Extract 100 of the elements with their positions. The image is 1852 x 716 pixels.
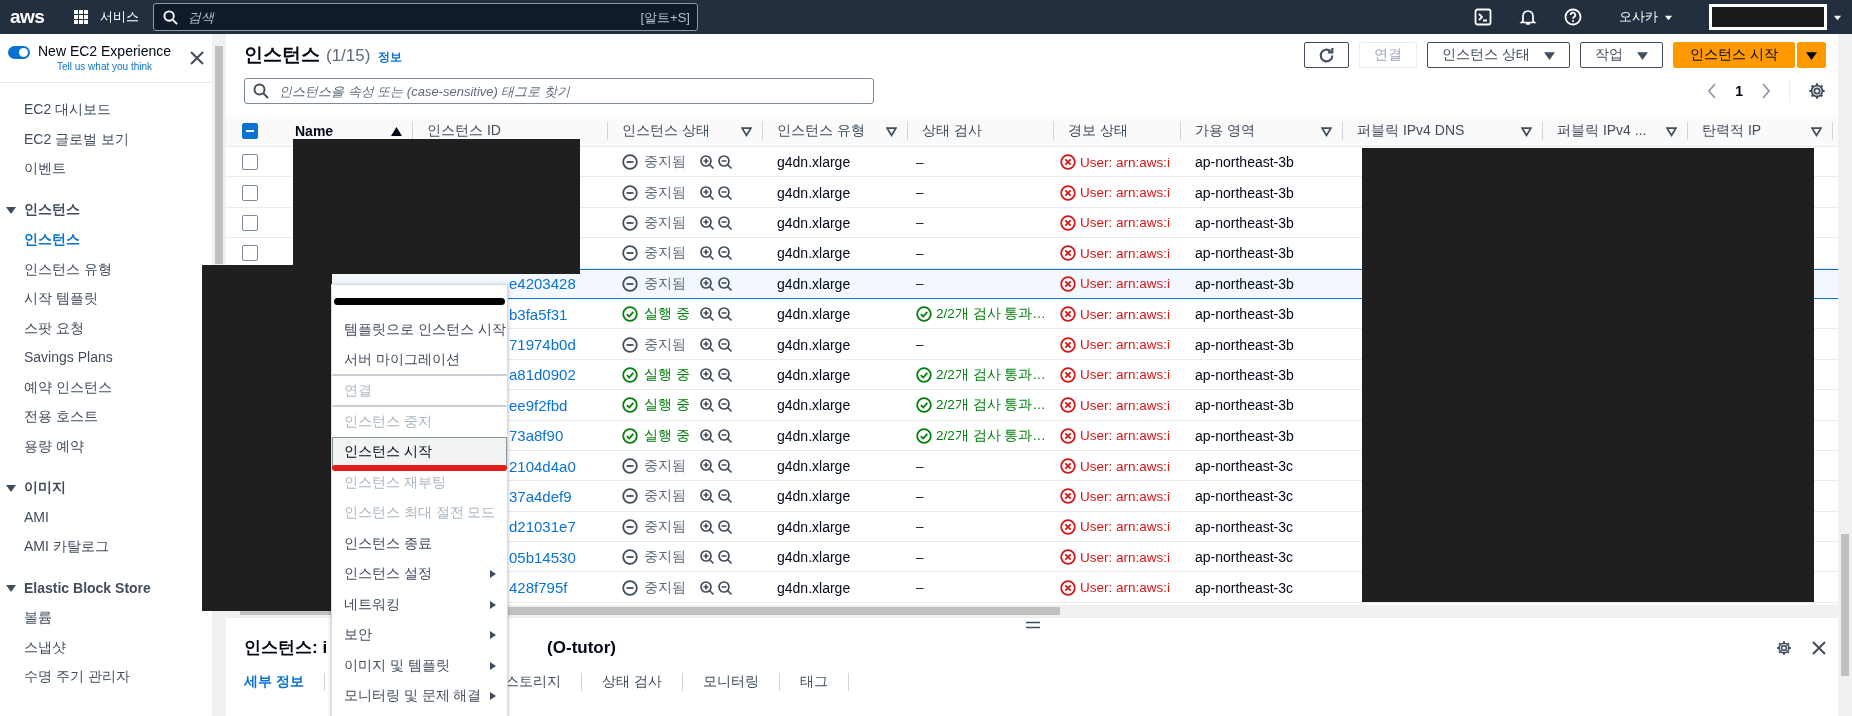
- row-checkbox[interactable]: [242, 214, 258, 231]
- zoom-icon[interactable]: [699, 245, 735, 262]
- grid-icon[interactable]: [74, 10, 88, 24]
- zoom-icon[interactable]: [699, 336, 735, 353]
- instance-id-link[interactable]: a81d0902: [509, 366, 576, 384]
- nav-link[interactable]: 이벤트: [24, 154, 66, 184]
- nav-link[interactable]: 전용 호스트: [24, 402, 98, 432]
- zoom-icon[interactable]: [699, 518, 735, 535]
- row-checkbox[interactable]: [242, 245, 258, 262]
- column-header[interactable]: 인스턴스 상태: [622, 122, 710, 140]
- menu-item[interactable]: 인스턴스 설정: [332, 559, 507, 590]
- instance-id-link[interactable]: 37a4def9: [509, 488, 572, 505]
- instance-id-link[interactable]: ee9f2fbd: [509, 396, 568, 414]
- menu-item[interactable]: 보안: [332, 620, 507, 651]
- zoom-icon[interactable]: [699, 214, 735, 231]
- expand-caret-icon[interactable]: [6, 583, 16, 594]
- bell-icon[interactable]: [1519, 8, 1537, 26]
- nav-link[interactable]: EC2 대시보드: [24, 95, 112, 125]
- nav-link[interactable]: 스냅샷: [24, 632, 66, 662]
- instance-id-link[interactable]: 73a8f90: [509, 427, 564, 445]
- tab[interactable]: 상태 검사: [581, 672, 683, 691]
- tab[interactable]: 태그: [779, 672, 849, 691]
- nav-section-title[interactable]: 인스턴스: [24, 201, 80, 220]
- dropdown-button[interactable]: 인스턴스 상태: [1427, 42, 1571, 68]
- nav-link[interactable]: Savings Plans: [24, 343, 113, 373]
- terminal-icon[interactable]: [1474, 8, 1492, 26]
- close-icon[interactable]: [190, 51, 204, 65]
- info-link[interactable]: 정보: [378, 49, 403, 66]
- nav-link[interactable]: 수명 주기 관리자: [24, 662, 130, 692]
- column-header[interactable]: 탄력적 IP: [1702, 122, 1762, 140]
- nav-link[interactable]: 볼륨: [24, 603, 52, 633]
- launch-instance-button[interactable]: 인스턴스 시작: [1673, 42, 1795, 68]
- instance-id-link[interactable]: 71974b0d: [509, 336, 576, 354]
- tab[interactable]: 세부 정보: [244, 672, 325, 691]
- sort-ascending-icon[interactable]: [391, 125, 402, 137]
- menu-item[interactable]: 인스턴스 종료: [332, 528, 507, 559]
- instance-id-link[interactable]: 2104d4a0: [509, 457, 576, 475]
- services-menu[interactable]: 서비스: [94, 7, 145, 27]
- zoom-icon[interactable]: [699, 306, 735, 323]
- menu-item[interactable]: 템플릿으로 인스턴스 시작: [332, 315, 507, 346]
- zoom-icon[interactable]: [699, 427, 735, 444]
- expand-caret-icon[interactable]: [6, 482, 16, 493]
- nav-link[interactable]: AMI 카탈로그: [24, 532, 109, 562]
- filter-icon[interactable]: [886, 125, 897, 137]
- zoom-icon[interactable]: [699, 579, 735, 596]
- filter-icon[interactable]: [1321, 125, 1332, 137]
- next-page-icon[interactable]: [1761, 83, 1771, 99]
- nav-link[interactable]: 시작 템플릿: [24, 284, 98, 314]
- column-header[interactable]: 퍼블릭 IPv4 DNS: [1357, 122, 1465, 140]
- zoom-icon[interactable]: [699, 275, 735, 292]
- scrollbar-thumb[interactable]: [215, 46, 223, 264]
- settings-icon[interactable]: [1776, 639, 1792, 656]
- toggle-switch[interactable]: [8, 46, 30, 59]
- help-icon[interactable]: [1564, 8, 1582, 26]
- column-header[interactable]: 상태 검사: [922, 122, 982, 140]
- column-header[interactable]: 인스턴스 유형: [777, 122, 865, 140]
- column-header[interactable]: 인스턴스 ID: [427, 122, 501, 140]
- page-number[interactable]: 1: [1735, 83, 1743, 99]
- row-checkbox[interactable]: [242, 154, 258, 171]
- filter-search-field[interactable]: 인스턴스을 속성 또는 (case-sensitive) 태그로 찾기: [244, 78, 874, 104]
- menu-item[interactable]: 서버 마이그레이션: [332, 345, 507, 376]
- column-header[interactable]: 경보 상태: [1068, 122, 1128, 140]
- zoom-icon[interactable]: [699, 154, 735, 171]
- aws-logo[interactable]: aws: [10, 6, 56, 28]
- zoom-icon[interactable]: [699, 488, 735, 505]
- filter-icon[interactable]: [1521, 125, 1532, 137]
- account-menu[interactable]: [1709, 4, 1827, 30]
- nav-section-title[interactable]: 이미지: [24, 478, 66, 497]
- previous-page-icon[interactable]: [1707, 83, 1718, 99]
- nav-link[interactable]: 인스턴스: [24, 225, 80, 255]
- menu-item[interactable]: 인스턴스 시작: [332, 437, 507, 468]
- nav-link[interactable]: 예약 인스턴스: [24, 372, 112, 402]
- nav-link[interactable]: EC2 글로벌 보기: [24, 124, 129, 154]
- column-header[interactable]: 가용 영역: [1195, 122, 1255, 140]
- zoom-icon[interactable]: [699, 458, 735, 475]
- instance-id-link[interactable]: d21031e7: [509, 518, 576, 536]
- zoom-icon[interactable]: [699, 184, 735, 201]
- settings-icon[interactable]: [1808, 82, 1826, 100]
- expand-caret-icon[interactable]: [6, 205, 16, 216]
- nav-link[interactable]: 스팟 요청: [24, 313, 84, 343]
- filter-icon[interactable]: [741, 125, 752, 137]
- nav-link[interactable]: 용량 예약: [24, 431, 84, 461]
- resize-handle-icon[interactable]: [1026, 620, 1040, 629]
- menu-item[interactable]: 네트워킹: [332, 589, 507, 620]
- close-icon[interactable]: [1812, 640, 1826, 655]
- filter-icon[interactable]: [1666, 125, 1677, 137]
- zoom-icon[interactable]: [699, 366, 735, 383]
- zoom-icon[interactable]: [699, 549, 735, 566]
- region-menu[interactable]: 오사카: [1613, 7, 1679, 27]
- select-all-checkbox[interactable]: [242, 123, 258, 139]
- instance-id-link[interactable]: e4203428: [509, 275, 576, 293]
- launch-options-button[interactable]: [1797, 42, 1826, 68]
- nav-link[interactable]: AMI: [24, 502, 49, 532]
- tab[interactable]: 모니터링: [682, 672, 780, 691]
- zoom-icon[interactable]: [699, 397, 735, 414]
- dropdown-button[interactable]: 작업: [1580, 42, 1664, 68]
- refresh-button[interactable]: [1304, 42, 1350, 68]
- row-checkbox[interactable]: [242, 184, 258, 201]
- instance-id-link[interactable]: 428f795f: [509, 579, 568, 597]
- column-header[interactable]: 퍼블릭 IPv4 ...: [1557, 122, 1647, 140]
